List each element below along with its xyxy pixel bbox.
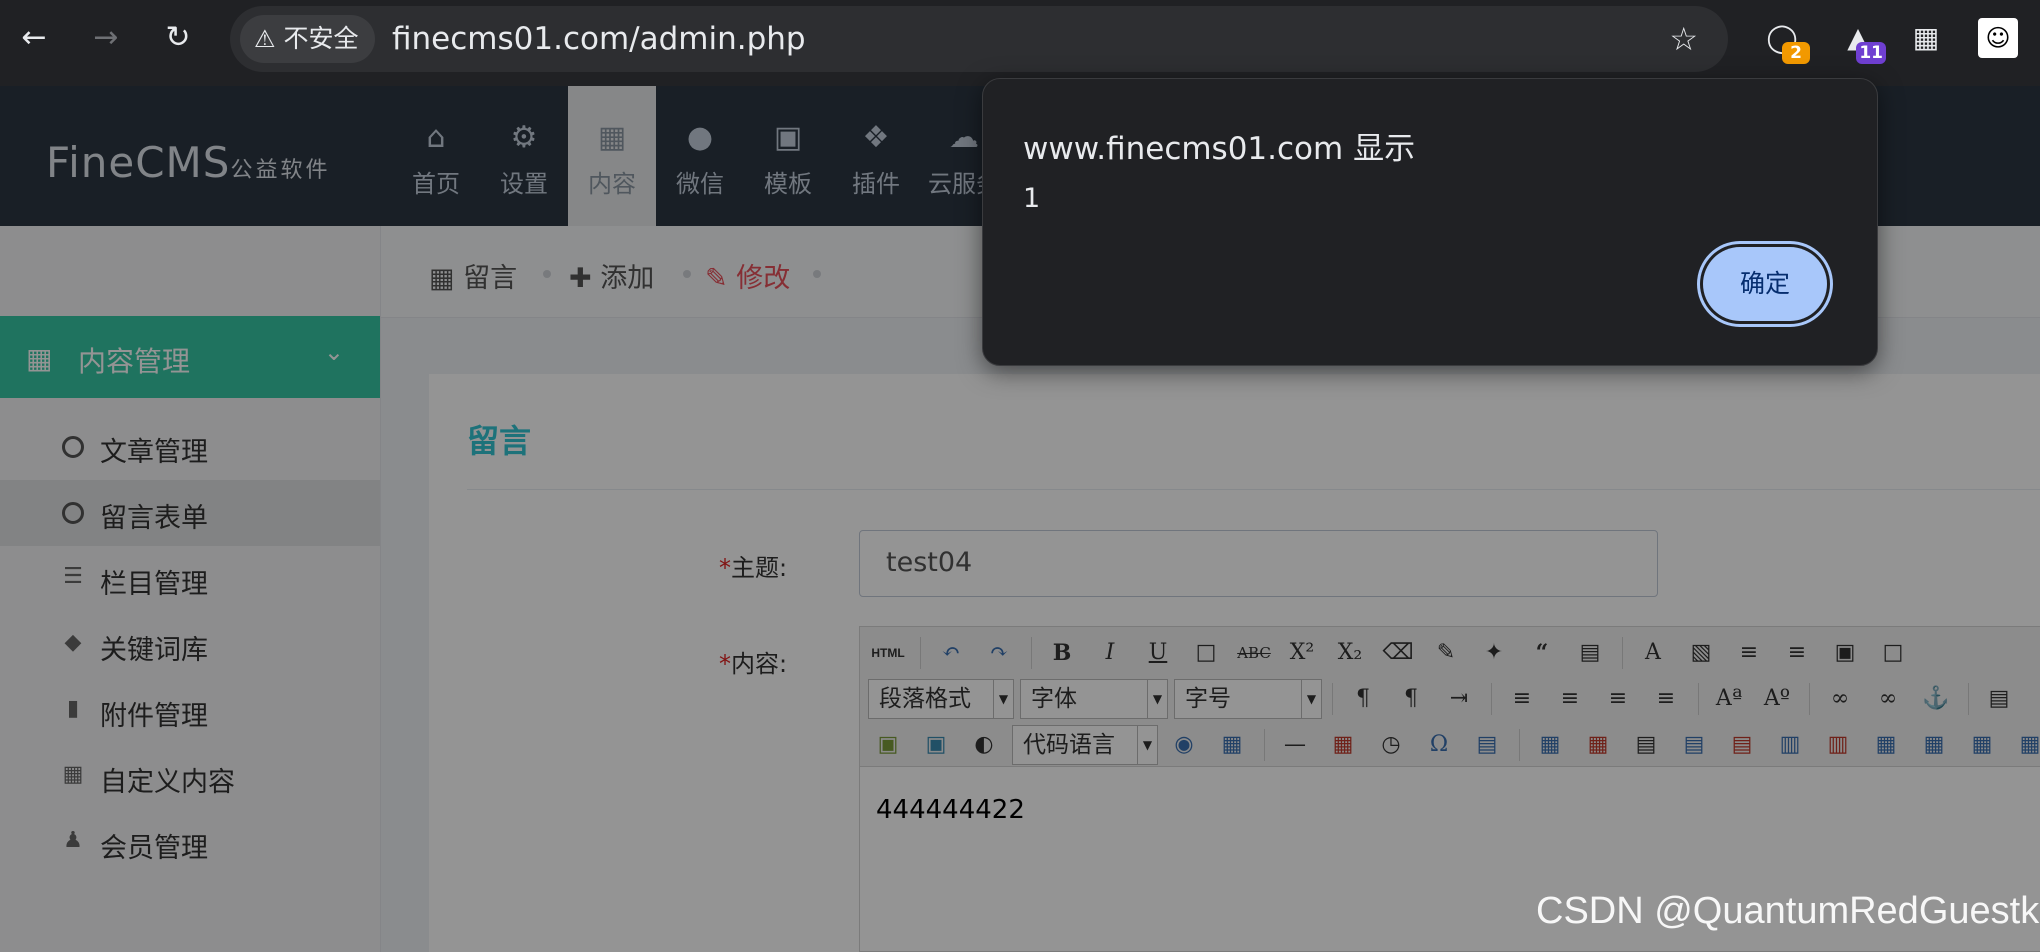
forward-icon[interactable]: → [86, 18, 126, 58]
alert-dialog: www.finecms01.com 显示 1 确定 [982, 78, 1878, 366]
ok-button[interactable]: 确定 [1703, 247, 1827, 321]
browser-toolbar: ← → ↻ ⚠ 不安全 finecms01.com/admin.php ☆ ◯ 2… [0, 0, 2040, 86]
extension-1-icon[interactable]: ◯ 2 [1762, 18, 1810, 64]
back-icon[interactable]: ← [14, 18, 54, 58]
address-bar[interactable]: ⚠ 不安全 finecms01.com/admin.php ☆ [230, 6, 1728, 72]
extension-2-icon[interactable]: ▲ 11 [1838, 18, 1886, 64]
url-text[interactable]: finecms01.com/admin.php [392, 6, 806, 72]
security-chip[interactable]: ⚠ 不安全 [240, 15, 375, 63]
extension-1-badge: 2 [1782, 42, 1810, 64]
alert-message: 1 [1023, 183, 1041, 214]
extension-2-badge: 11 [1856, 42, 1886, 64]
warning-icon: ⚠ [254, 25, 276, 53]
bookmark-star-icon[interactable]: ☆ [1669, 6, 1698, 72]
watermark: CSDN @QuantumRedGuestk [1536, 890, 2040, 932]
trash-icon[interactable]: ▦ [1906, 18, 1946, 58]
profile-avatar[interactable]: ☺ [1978, 18, 2018, 58]
reload-icon[interactable]: ↻ [158, 18, 198, 58]
alert-title: www.finecms01.com 显示 [1023, 131, 1416, 167]
security-label: 不安全 [283, 24, 359, 53]
